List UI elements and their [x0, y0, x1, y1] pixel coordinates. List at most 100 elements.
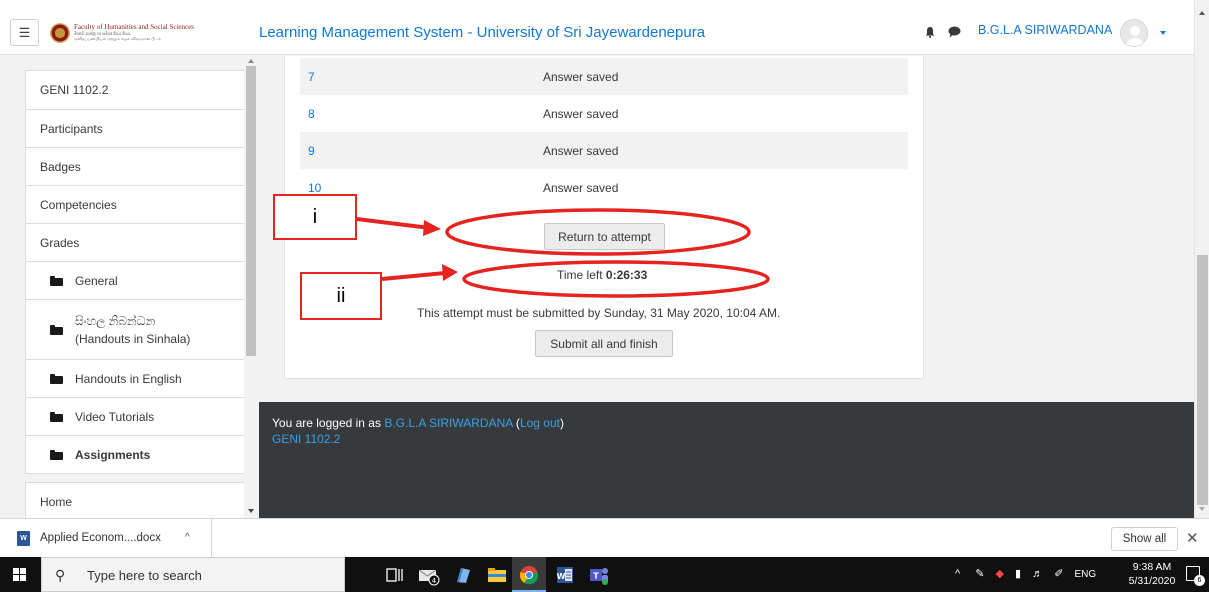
- faculty-logo[interactable]: Faculty of Humanities and Social Science…: [50, 23, 250, 45]
- battery-icon[interactable]: ▮: [1015, 568, 1021, 580]
- page-scroll-thumb[interactable]: [1197, 255, 1208, 505]
- submit-all-and-finish-button[interactable]: Submit all and finish: [535, 330, 673, 357]
- course-nav-group: GENI 1102.2 Participants Badges Competen…: [25, 70, 253, 474]
- scroll-down-icon[interactable]: [248, 509, 254, 513]
- table-row: 10 Answer saved: [300, 169, 908, 206]
- page-scrollbar[interactable]: [1194, 0, 1209, 518]
- avatar-body: [1125, 38, 1145, 46]
- nav-item-label: Grades: [40, 235, 80, 250]
- annotation-label-ii: ii: [300, 272, 382, 320]
- nav-item-label: Assignments: [75, 447, 151, 462]
- login-info: You are logged in as B.G.L.A SIRIWARDANA…: [272, 416, 564, 430]
- nav-item-home[interactable]: Home: [26, 483, 252, 518]
- network-icon[interactable]: ◆: [996, 568, 1004, 580]
- logout-link[interactable]: Log out: [520, 416, 560, 430]
- chat-icon[interactable]: [948, 26, 961, 38]
- word-file-icon: W: [17, 531, 30, 546]
- nav-item-general[interactable]: General: [26, 261, 252, 299]
- nav-item-handouts-english[interactable]: Handouts in English: [26, 359, 252, 397]
- scroll-up-icon[interactable]: [1199, 11, 1205, 15]
- nav-item-label: Participants: [40, 121, 103, 136]
- nav-item-grades[interactable]: Grades: [26, 223, 252, 261]
- word-icon[interactable]: W: [554, 564, 576, 586]
- caret-down-icon[interactable]: [1160, 31, 1166, 35]
- mail-badge: 4: [432, 577, 437, 585]
- question-link[interactable]: 9: [308, 144, 315, 158]
- nav-item-label: Handouts in English: [75, 371, 182, 386]
- close-icon[interactable]: ✕: [1186, 529, 1199, 547]
- volume-muted-icon[interactable]: ♬: [1032, 568, 1043, 580]
- user-name[interactable]: B.G.L.A SIRIWARDANA: [978, 23, 1112, 37]
- university-seal-icon: [50, 23, 70, 43]
- notes-icon[interactable]: [452, 564, 474, 586]
- site-nav-group: Home: [25, 482, 253, 518]
- nav-item-assignments[interactable]: Assignments: [26, 435, 252, 473]
- teams-icon[interactable]: T: [588, 564, 610, 586]
- download-item[interactable]: W Applied Econom....docx ^: [0, 519, 212, 558]
- drawer-scrollbar[interactable]: [244, 56, 259, 518]
- stylus-icon[interactable]: ✐: [1054, 568, 1063, 580]
- svg-text:T: T: [593, 572, 599, 581]
- nav-item-participants[interactable]: Participants: [26, 109, 252, 147]
- page-footer: You are logged in as B.G.L.A SIRIWARDANA…: [259, 402, 1194, 518]
- taskbar-search-input[interactable]: ⚲ Type here to search: [41, 557, 345, 592]
- top-navbar: ☰ Faculty of Humanities and Social Scien…: [0, 0, 1209, 55]
- show-all-button[interactable]: Show all: [1111, 527, 1178, 551]
- mail-icon[interactable]: 4: [418, 564, 440, 586]
- chrome-taskbar-button[interactable]: [512, 557, 546, 592]
- pen-icon[interactable]: ✎: [975, 568, 984, 580]
- folder-icon: [50, 373, 63, 384]
- clock-time: 9:38 AM: [1132, 561, 1172, 573]
- logo-line-english: Faculty of Humanities and Social Science…: [74, 23, 194, 31]
- hamburger-icon[interactable]: ☰: [10, 19, 39, 46]
- nav-item-course[interactable]: GENI 1102.2: [26, 71, 252, 109]
- windows-start-icon[interactable]: [13, 568, 27, 582]
- nav-item-label: GENI 1102.2: [40, 83, 109, 97]
- nav-item-handouts-sinhala[interactable]: සිංහල නිබන්ධන (Handouts in Sinhala): [26, 299, 252, 359]
- question-link[interactable]: 10: [308, 181, 321, 195]
- task-view-icon[interactable]: [384, 564, 406, 586]
- nav-item-competencies[interactable]: Competencies: [26, 185, 252, 223]
- bell-icon[interactable]: [924, 26, 936, 38]
- nav-item-label: General: [75, 273, 118, 288]
- nav-drawer: GENI 1102.2 Participants Badges Competen…: [0, 56, 258, 518]
- chevron-up-icon[interactable]: ^: [955, 568, 960, 580]
- question-status: Answer saved: [543, 70, 619, 84]
- profile-link[interactable]: B.G.L.A SIRIWARDANA: [384, 416, 512, 430]
- action-center-icon[interactable]: 6: [1186, 566, 1205, 586]
- nav-item-badges[interactable]: Badges: [26, 147, 252, 185]
- time-left-label: Time left: [557, 268, 603, 282]
- folder-icon: [50, 324, 63, 335]
- question-status: Answer saved: [543, 107, 619, 121]
- notification-count: 6: [1194, 575, 1205, 586]
- avatar[interactable]: [1120, 19, 1148, 47]
- table-row: 9 Answer saved: [300, 132, 908, 169]
- clock-date: 5/31/2020: [1128, 575, 1176, 587]
- download-file-name: Applied Econom....docx: [40, 532, 161, 544]
- folder-icon: [50, 411, 63, 422]
- download-bar: W Applied Econom....docx ^ Show all ✕: [0, 518, 1209, 558]
- nav-item-label: Video Tutorials: [75, 409, 155, 424]
- question-status: Answer saved: [543, 144, 619, 158]
- chevron-up-icon[interactable]: ^: [185, 532, 190, 543]
- nav-item-video-tutorials[interactable]: Video Tutorials: [26, 397, 252, 435]
- annotation-label-i: i: [273, 194, 357, 240]
- scroll-down-icon[interactable]: [1199, 507, 1205, 511]
- site-title[interactable]: Learning Management System - University …: [259, 24, 705, 41]
- table-row: 7 Answer saved: [300, 58, 908, 95]
- system-tray: ^ ✎ ◆ ▮ ♬ ✐ ENG: [955, 567, 1096, 580]
- windows-taskbar: ⚲ Type here to search 4 W T ^ ✎ ◆ ▮ ♬ ✐ …: [0, 557, 1209, 592]
- return-to-attempt-button[interactable]: Return to attempt: [544, 223, 665, 250]
- drawer-scroll-thumb[interactable]: [246, 66, 256, 356]
- logo-line-tamil: மனிதப்பண்பியல் மற்றும் சமூக விஞ்ஞான பீடம…: [74, 36, 161, 41]
- taskbar-clock[interactable]: 9:38 AM 5/31/2020: [1127, 560, 1177, 588]
- question-link[interactable]: 8: [308, 107, 315, 121]
- time-left-value: 0:26:33: [605, 268, 648, 282]
- close-paren: ): [559, 416, 564, 430]
- file-explorer-icon[interactable]: [486, 564, 508, 586]
- table-row: 8 Answer saved: [300, 95, 908, 132]
- course-link[interactable]: GENI 1102.2: [272, 432, 340, 446]
- scroll-up-icon[interactable]: [248, 59, 254, 63]
- language-indicator[interactable]: ENG: [1075, 569, 1097, 580]
- question-link[interactable]: 7: [308, 70, 315, 84]
